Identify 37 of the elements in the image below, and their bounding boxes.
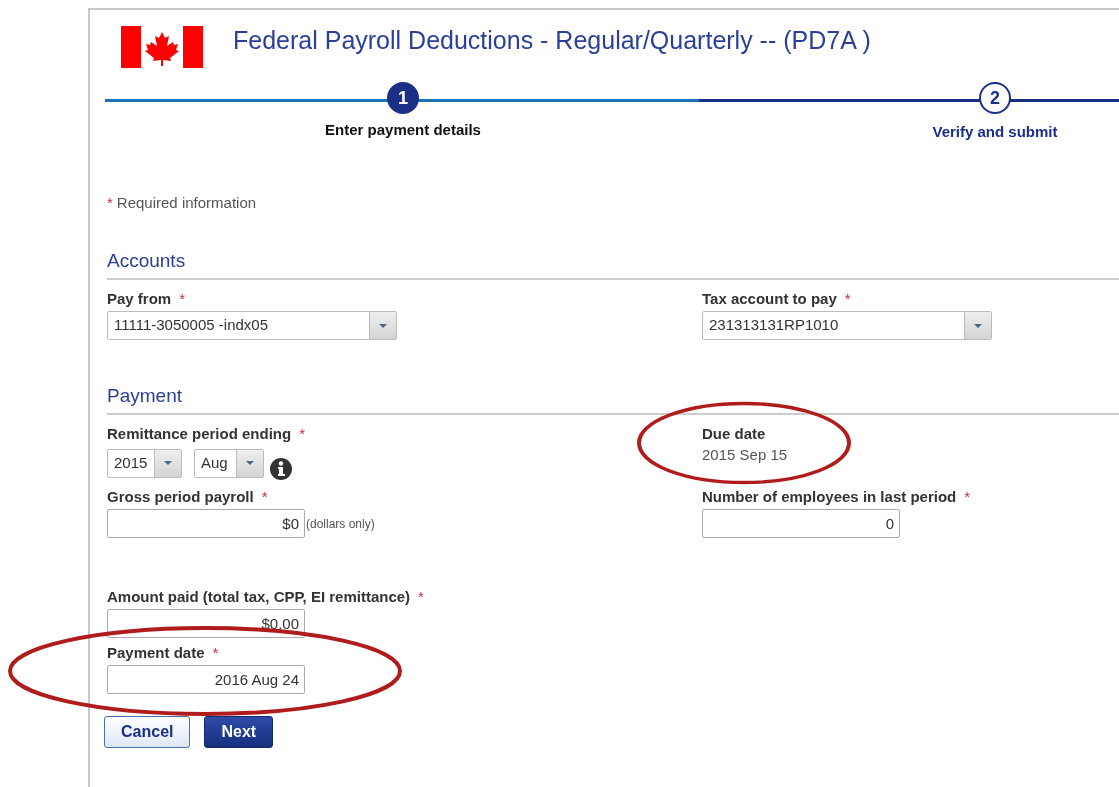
month-select[interactable]: Aug bbox=[194, 448, 264, 478]
step-label: Enter payment details bbox=[325, 121, 481, 138]
field-label: Due date bbox=[702, 425, 766, 442]
required-mark: * bbox=[418, 588, 424, 605]
step-number: 1 bbox=[387, 82, 419, 114]
required-note: Required information bbox=[116, 194, 257, 211]
required-mark: * bbox=[299, 425, 306, 442]
step-number: 2 bbox=[979, 82, 1011, 114]
field-hint: (dollars only) bbox=[306, 516, 375, 531]
required-mark: * bbox=[179, 290, 186, 307]
field-label: Tax account to pay bbox=[702, 290, 837, 307]
year-select[interactable]: 2015 bbox=[107, 448, 182, 478]
cancel-button[interactable]: Cancel bbox=[104, 716, 191, 748]
step-label: Verify and submit bbox=[932, 123, 1058, 140]
canadian-flag-icon bbox=[121, 26, 203, 68]
required-mark: * bbox=[212, 644, 219, 661]
info-icon[interactable] bbox=[270, 458, 292, 480]
required-mark: * bbox=[107, 194, 113, 211]
tax-account-select[interactable]: 231313131RP1010 bbox=[702, 311, 992, 340]
required-mark: * bbox=[964, 488, 971, 505]
field-label: Payment date bbox=[107, 644, 205, 661]
required-mark: * bbox=[844, 290, 851, 307]
required-mark: * bbox=[261, 488, 268, 505]
next-button[interactable]: Next bbox=[204, 716, 274, 748]
gross-payroll-field[interactable]: $0 bbox=[107, 509, 305, 538]
field-label: Gross period payroll bbox=[107, 488, 254, 505]
page-title: Federal Payroll Deductions - Regular/Quarterly -- (PD7A ) bbox=[233, 25, 871, 55]
payment-date-field[interactable]: 2016 Aug 24 bbox=[107, 665, 305, 694]
field-label: Remittance period ending bbox=[107, 425, 292, 442]
field-label: Number of employees in last period bbox=[702, 488, 957, 505]
employees-field[interactable]: 0 bbox=[702, 509, 900, 538]
field-label: Amount paid (total tax, CPP, EI remittance) bbox=[107, 588, 411, 605]
field-label: Pay from bbox=[107, 290, 172, 307]
due-date-value: 2015 Sep 15 bbox=[702, 446, 789, 463]
pay-from-select[interactable]: 11111-3050005 -indx05 bbox=[107, 311, 397, 340]
section-heading: Accounts bbox=[107, 250, 187, 272]
section-heading: Payment bbox=[107, 385, 183, 407]
